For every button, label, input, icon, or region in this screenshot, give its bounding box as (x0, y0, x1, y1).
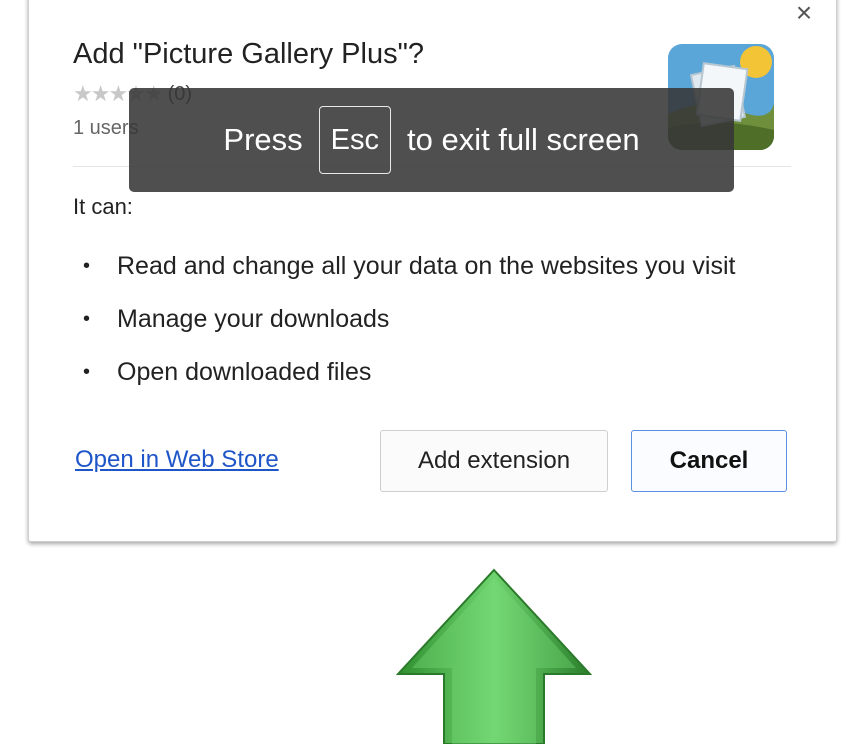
toast-exit-text: to exit full screen (406, 122, 640, 157)
permissions-heading: It can: (73, 194, 133, 219)
close-icon[interactable]: × (792, 0, 816, 27)
permission-text: Manage your downloads (117, 305, 390, 333)
bullet-icon: • (83, 361, 91, 383)
cancel-button[interactable]: Cancel (631, 430, 787, 492)
esc-keycap: Esc (318, 106, 391, 174)
permission-item: • Read and change all your data on the w… (83, 240, 735, 293)
permission-text: Open downloaded files (117, 358, 372, 386)
bullet-icon: • (83, 308, 91, 330)
bullet-icon: • (83, 255, 91, 277)
permission-text: Read and change all your data on the web… (117, 252, 736, 280)
permission-item: • Manage your downloads (83, 293, 735, 346)
fullscreen-exit-toast: Press Esc to exit full screen (129, 88, 734, 192)
open-web-store-link[interactable]: Open in Web Store (75, 446, 279, 474)
green-up-arrow-icon (395, 568, 593, 745)
permission-list: • Read and change all your data on the w… (83, 240, 735, 399)
add-extension-button[interactable]: Add extension (380, 430, 608, 492)
toast-press-text: Press (223, 122, 303, 157)
dialog-title: Add "Picture Gallery Plus"? (73, 38, 425, 70)
permission-item: • Open downloaded files (83, 346, 735, 399)
